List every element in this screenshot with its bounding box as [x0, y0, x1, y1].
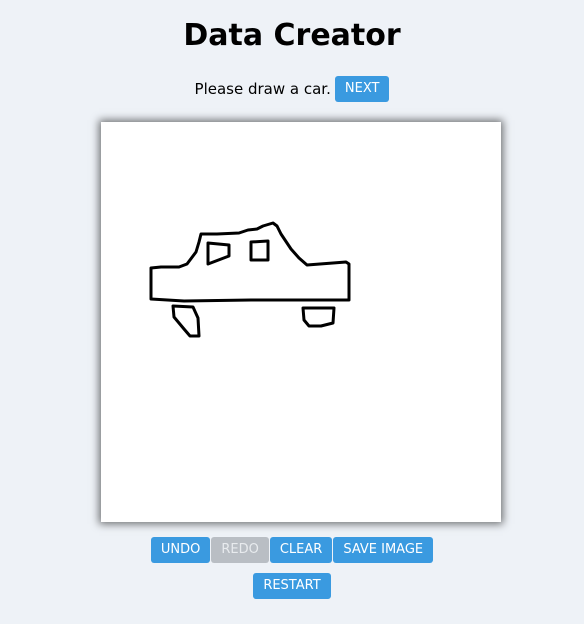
next-button[interactable]: NEXT: [334, 76, 390, 102]
car-wheel-left-stroke: [171, 304, 201, 338]
clear-button[interactable]: CLEAR: [269, 537, 333, 563]
undo-button[interactable]: UNDO: [150, 537, 211, 563]
restart-row: RESTART: [0, 573, 584, 599]
restart-button[interactable]: RESTART: [253, 573, 331, 599]
redo-button[interactable]: REDO: [211, 537, 269, 563]
save-image-button[interactable]: SAVE IMAGE: [333, 537, 434, 563]
canvas-toolbar: UNDO REDO CLEAR SAVE IMAGE: [0, 537, 584, 563]
drawing-prompt: Please draw a car.: [194, 80, 331, 98]
prompt-row: Please draw a car. NEXT: [0, 76, 584, 102]
drawing-canvas[interactable]: [101, 122, 501, 522]
car-window-right-stroke: [249, 239, 270, 262]
page-title: Data Creator: [183, 18, 401, 53]
car-sketch: [149, 221, 351, 338]
car-window-left-stroke: [206, 241, 231, 266]
car-body-stroke: [149, 221, 351, 303]
car-wheel-right-stroke: [301, 306, 336, 328]
